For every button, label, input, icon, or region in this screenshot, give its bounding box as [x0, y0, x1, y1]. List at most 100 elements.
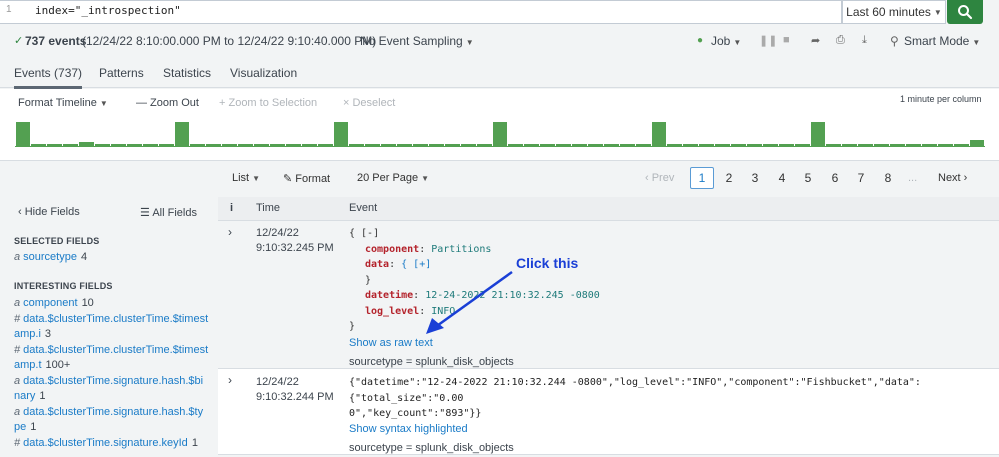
field-count: 1 [191, 437, 198, 449]
field-name: data.$clusterTime.clusterTime.$timestamp… [14, 344, 209, 371]
list-dropdown[interactable]: List ▼ [232, 172, 260, 184]
job-menu[interactable]: Job ▼ [711, 34, 741, 48]
timeline-histogram[interactable] [15, 89, 985, 149]
print-icon[interactable]: ⎙ [836, 34, 845, 47]
time-range-picker[interactable]: Last 60 minutes ▼ [842, 0, 946, 24]
json-key[interactable]: log_level [365, 306, 419, 317]
page-3[interactable]: 3 [743, 167, 767, 189]
search-bar: 1 index="_introspection" Last 60 minutes… [0, 0, 999, 24]
caret-down-icon: ▼ [252, 174, 261, 183]
page-4[interactable]: 4 [770, 167, 794, 189]
line-number: 1 [6, 4, 12, 15]
caret-down-icon: ▼ [972, 38, 981, 47]
hide-fields-button[interactable]: ‹ Hide Fields [18, 206, 80, 218]
field-type: a [14, 375, 21, 387]
search-button[interactable] [947, 0, 983, 24]
field-timestamp-t[interactable]: # data.$clusterTime.clusterTime.$timestam… [14, 343, 209, 373]
timeline-bar[interactable] [810, 122, 826, 146]
caret-down-icon: ▼ [933, 7, 942, 17]
export-icon[interactable]: ⤓ [862, 34, 867, 47]
json-key[interactable]: component [365, 244, 419, 255]
field-count: 1 [39, 390, 46, 402]
expand-row-icon[interactable]: › [228, 225, 232, 239]
field-name: data.$clusterTime.signature.keyId [23, 437, 188, 449]
field-name: data.$clusterTime.clusterTime.$timestamp… [14, 313, 209, 340]
sampling-label: No Event Sampling [360, 34, 463, 48]
search-input[interactable]: 1 index="_introspection" [0, 0, 842, 24]
page-1[interactable]: 1 [690, 167, 714, 189]
event-body: {"datetime":"12-24-2022 21:10:32.244 -08… [349, 375, 999, 457]
page-6[interactable]: 6 [823, 167, 847, 189]
info-column-header: i [230, 202, 234, 214]
events-table: i Time Event › 12/24/22 9:10:32.245 PM {… [218, 197, 999, 455]
timeline-bar[interactable] [174, 122, 190, 146]
job-status-bar: ✓ 737 events (12/24/22 8:10:00.000 PM to… [0, 30, 999, 52]
events-table-header: i Time Event [218, 197, 999, 221]
fields-sidebar: ‹ Hide Fields ☰ All Fields SELECTED FIEL… [0, 197, 210, 455]
all-fields-button[interactable]: ☰ All Fields [140, 206, 197, 219]
timeline-bar[interactable] [333, 122, 349, 146]
per-page-dropdown[interactable]: 20 Per Page ▼ [357, 172, 429, 184]
show-syntax-highlighted-link[interactable]: Show syntax highlighted [349, 422, 999, 438]
json-open-brace[interactable]: { [-] [349, 226, 600, 242]
json-value[interactable]: Partitions [431, 244, 491, 255]
raw-event-text[interactable]: 0","key_count":"893"}} [349, 406, 999, 422]
caret-down-icon: ▼ [421, 174, 430, 183]
raw-event-text[interactable]: {"datetime":"12-24-2022 21:10:32.244 -08… [349, 375, 999, 406]
tab-visualization[interactable]: Visualization [230, 66, 297, 80]
field-type: # [14, 344, 21, 356]
search-mode-dropdown[interactable]: Smart Mode ▼ [904, 34, 980, 48]
page-8[interactable]: 8 [876, 167, 900, 189]
field-type: # [14, 437, 21, 449]
next-page-button[interactable]: Next › [938, 172, 967, 184]
job-label: Job [711, 34, 731, 48]
search-query[interactable]: index="_introspection" [35, 4, 181, 17]
page-2[interactable]: 2 [717, 167, 741, 189]
field-count: 3 [44, 328, 52, 340]
event-timestamp: 12/24/22 9:10:32.245 PM [256, 226, 334, 256]
field-count: 100+ [45, 359, 71, 371]
field-hash-binary[interactable]: a data.$clusterTime.signature.hash.$binar… [14, 374, 209, 404]
page-5[interactable]: 5 [796, 167, 820, 189]
timeline-bar[interactable] [492, 122, 508, 146]
event-time: 9:10:32.244 PM [256, 391, 334, 403]
timeline-bar[interactable] [15, 122, 31, 146]
search-icon [958, 5, 973, 20]
event-time: 9:10:32.245 PM [256, 242, 334, 254]
timeline-bar[interactable] [651, 122, 667, 146]
time-column-header[interactable]: Time [256, 202, 280, 214]
pager-ellipsis: ... [908, 172, 918, 184]
json-key[interactable]: datetime [365, 290, 413, 301]
stop-icon[interactable]: ■ [783, 34, 790, 46]
annotation-arrow-icon [426, 270, 513, 334]
pause-icon[interactable]: ❚❚ [759, 34, 777, 47]
field-sourcetype[interactable]: a sourcetype 4 [14, 250, 209, 265]
event-row: › 12/24/22 9:10:32.244 PM {"datetime":"1… [218, 369, 999, 455]
field-type: # [14, 313, 21, 325]
job-status-dot-icon: ● [697, 35, 704, 46]
page-7[interactable]: 7 [849, 167, 873, 189]
field-keyid[interactable]: # data.$clusterTime.signature.keyId 1 [14, 436, 209, 451]
field-timestamp-i[interactable]: # data.$clusterTime.clusterTime.$timestam… [14, 312, 209, 342]
event-count: 737 events [25, 34, 87, 48]
timeline-baseline [15, 146, 985, 147]
sourcetype-value[interactable]: sourcetype = splunk_disk_objects [349, 441, 999, 457]
time-span: (12/24/22 8:10:00.000 PM to 12/24/22 9:1… [82, 34, 377, 48]
sampling-dropdown[interactable]: No Event Sampling ▼ [360, 34, 474, 48]
interesting-fields-heading: INTERESTING FIELDS [14, 281, 113, 291]
field-name: sourcetype [23, 251, 77, 263]
tab-events[interactable]: Events (737) [14, 66, 83, 89]
share-icon[interactable]: ➦ [811, 34, 820, 47]
per-page-label: 20 Per Page [357, 172, 419, 184]
tab-statistics[interactable]: Statistics [163, 66, 211, 80]
expand-row-icon[interactable]: › [228, 373, 232, 387]
prev-page-button[interactable]: ‹ Prev [645, 172, 674, 184]
format-button[interactable]: ✎ Format [283, 172, 330, 185]
tab-patterns[interactable]: Patterns [99, 66, 144, 80]
field-name: component [23, 297, 78, 309]
json-key[interactable]: data [365, 259, 389, 270]
annotation-label: Click this [516, 255, 579, 271]
field-component[interactable]: a component 10 [14, 296, 209, 311]
field-hash-type[interactable]: a data.$clusterTime.signature.hash.$type 1 [14, 405, 209, 435]
field-name: data.$clusterTime.signature.hash.$type [14, 406, 204, 433]
